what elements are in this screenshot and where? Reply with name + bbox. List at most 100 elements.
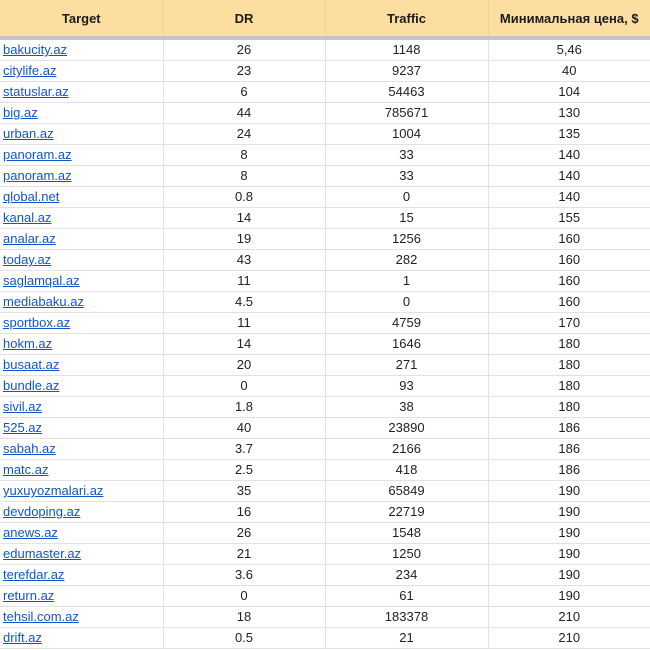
cell-target[interactable]: terefdar.az: [0, 564, 164, 586]
target-link[interactable]: sivil.az: [3, 399, 42, 414]
cell-target[interactable]: saglamqal.az: [0, 270, 164, 292]
cell-min-price[interactable]: 140: [488, 165, 650, 187]
cell-traffic[interactable]: 22719: [325, 501, 489, 523]
cell-min-price[interactable]: 180: [488, 333, 650, 355]
cell-dr[interactable]: 40: [163, 417, 326, 439]
cell-min-price[interactable]: 186: [488, 438, 650, 460]
header-dr[interactable]: DR: [163, 0, 326, 40]
cell-target[interactable]: edumaster.az: [0, 543, 164, 565]
cell-traffic[interactable]: 65849: [325, 480, 489, 502]
cell-dr[interactable]: 2.5: [163, 459, 326, 481]
cell-dr[interactable]: 6: [163, 81, 326, 103]
cell-dr[interactable]: 11: [163, 270, 326, 292]
cell-traffic[interactable]: 282: [325, 249, 489, 271]
target-link[interactable]: matc.az: [3, 462, 49, 477]
cell-min-price[interactable]: 190: [488, 501, 650, 523]
cell-min-price[interactable]: 180: [488, 396, 650, 418]
cell-target[interactable]: sabah.az: [0, 438, 164, 460]
cell-target[interactable]: analar.az: [0, 228, 164, 250]
cell-traffic[interactable]: 183378: [325, 606, 489, 628]
target-link[interactable]: bakucity.az: [3, 42, 67, 57]
cell-min-price[interactable]: 140: [488, 186, 650, 208]
cell-traffic[interactable]: 15: [325, 207, 489, 229]
cell-traffic[interactable]: 21: [325, 627, 489, 649]
target-link[interactable]: terefdar.az: [3, 567, 64, 582]
target-link[interactable]: big.az: [3, 105, 38, 120]
cell-min-price[interactable]: 160: [488, 228, 650, 250]
cell-target[interactable]: kanal.az: [0, 207, 164, 229]
target-link[interactable]: yuxuyozmalari.az: [3, 483, 103, 498]
cell-target[interactable]: drift.az: [0, 627, 164, 649]
cell-target[interactable]: devdoping.az: [0, 501, 164, 523]
cell-dr[interactable]: 14: [163, 333, 326, 355]
cell-target[interactable]: big.az: [0, 102, 164, 124]
cell-target[interactable]: bundle.az: [0, 375, 164, 397]
cell-traffic[interactable]: 33: [325, 165, 489, 187]
cell-target[interactable]: bakucity.az: [0, 38, 164, 61]
cell-target[interactable]: hokm.az: [0, 333, 164, 355]
cell-target[interactable]: busaat.az: [0, 354, 164, 376]
cell-traffic[interactable]: 4759: [325, 312, 489, 334]
target-link[interactable]: urban.az: [3, 126, 54, 141]
cell-target[interactable]: anews.az: [0, 522, 164, 544]
cell-min-price[interactable]: 186: [488, 417, 650, 439]
cell-min-price[interactable]: 160: [488, 291, 650, 313]
cell-dr[interactable]: 20: [163, 354, 326, 376]
cell-traffic[interactable]: 1148: [325, 38, 489, 61]
cell-dr[interactable]: 21: [163, 543, 326, 565]
cell-traffic[interactable]: 54463: [325, 81, 489, 103]
target-link[interactable]: tehsil.com.az: [3, 609, 79, 624]
cell-dr[interactable]: 18: [163, 606, 326, 628]
cell-traffic[interactable]: 61: [325, 585, 489, 607]
cell-dr[interactable]: 23: [163, 60, 326, 82]
target-link[interactable]: qlobal.net: [3, 189, 59, 204]
cell-traffic[interactable]: 1250: [325, 543, 489, 565]
cell-min-price[interactable]: 5,46: [488, 38, 650, 61]
cell-min-price[interactable]: 210: [488, 606, 650, 628]
cell-target[interactable]: statuslar.az: [0, 81, 164, 103]
cell-dr[interactable]: 11: [163, 312, 326, 334]
cell-min-price[interactable]: 190: [488, 564, 650, 586]
target-link[interactable]: citylife.az: [3, 63, 56, 78]
cell-target[interactable]: return.az: [0, 585, 164, 607]
cell-target[interactable]: mediabaku.az: [0, 291, 164, 313]
target-link[interactable]: mediabaku.az: [3, 294, 84, 309]
target-link[interactable]: today.az: [3, 252, 51, 267]
target-link[interactable]: bundle.az: [3, 378, 59, 393]
cell-target[interactable]: tehsil.com.az: [0, 606, 164, 628]
cell-min-price[interactable]: 130: [488, 102, 650, 124]
cell-min-price[interactable]: 140: [488, 144, 650, 166]
cell-min-price[interactable]: 190: [488, 480, 650, 502]
cell-dr[interactable]: 24: [163, 123, 326, 145]
cell-target[interactable]: panoram.az: [0, 144, 164, 166]
cell-target[interactable]: 525.az: [0, 417, 164, 439]
target-link[interactable]: statuslar.az: [3, 84, 69, 99]
cell-traffic[interactable]: 2166: [325, 438, 489, 460]
cell-dr[interactable]: 3.7: [163, 438, 326, 460]
cell-traffic[interactable]: 785671: [325, 102, 489, 124]
target-link[interactable]: drift.az: [3, 630, 42, 645]
cell-dr[interactable]: 4.5: [163, 291, 326, 313]
header-min-price[interactable]: Минимальная цена, $: [488, 0, 650, 40]
cell-target[interactable]: yuxuyozmalari.az: [0, 480, 164, 502]
cell-dr[interactable]: 8: [163, 165, 326, 187]
cell-target[interactable]: sportbox.az: [0, 312, 164, 334]
cell-traffic[interactable]: 418: [325, 459, 489, 481]
cell-min-price[interactable]: 180: [488, 375, 650, 397]
cell-target[interactable]: citylife.az: [0, 60, 164, 82]
cell-dr[interactable]: 0.5: [163, 627, 326, 649]
cell-min-price[interactable]: 210: [488, 627, 650, 649]
cell-target[interactable]: today.az: [0, 249, 164, 271]
target-link[interactable]: hokm.az: [3, 336, 52, 351]
cell-min-price[interactable]: 104: [488, 81, 650, 103]
cell-traffic[interactable]: 38: [325, 396, 489, 418]
target-link[interactable]: anews.az: [3, 525, 58, 540]
cell-min-price[interactable]: 135: [488, 123, 650, 145]
cell-traffic[interactable]: 1548: [325, 522, 489, 544]
target-link[interactable]: 525.az: [3, 420, 42, 435]
cell-dr[interactable]: 0.8: [163, 186, 326, 208]
cell-dr[interactable]: 26: [163, 522, 326, 544]
cell-min-price[interactable]: 190: [488, 585, 650, 607]
target-link[interactable]: return.az: [3, 588, 54, 603]
target-link[interactable]: panoram.az: [3, 147, 72, 162]
